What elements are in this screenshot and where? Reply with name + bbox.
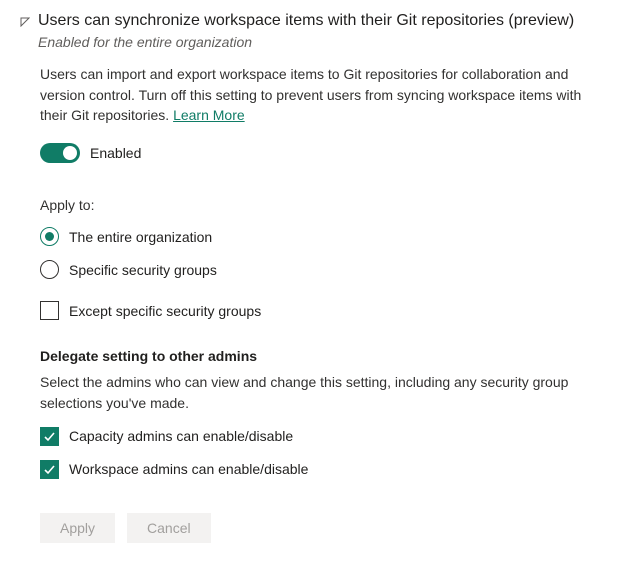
setting-title: Users can synchronize workspace items wi… [38, 10, 574, 32]
apply-to-label: Apply to: [40, 197, 611, 213]
setting-description: Users can import and export workspace it… [40, 64, 611, 125]
checkbox-icon [40, 427, 59, 446]
radio-icon [40, 227, 59, 246]
toggle-knob [63, 146, 77, 160]
checkbox-icon [40, 460, 59, 479]
learn-more-link[interactable]: Learn More [173, 107, 245, 123]
delegate-heading: Delegate setting to other admins [40, 348, 611, 364]
checkbox-icon [40, 301, 59, 320]
checkbox-capacity-admins[interactable]: Capacity admins can enable/disable [40, 427, 611, 446]
apply-button[interactable]: Apply [40, 513, 115, 543]
radio-specific-groups[interactable]: Specific security groups [40, 260, 611, 279]
radio-label: Specific security groups [69, 262, 217, 278]
radio-label: The entire organization [69, 229, 212, 245]
checkbox-except-groups[interactable]: Except specific security groups [40, 301, 611, 320]
checkbox-label: Except specific security groups [69, 303, 261, 319]
radio-entire-org[interactable]: The entire organization [40, 227, 611, 246]
setting-subtitle: Enabled for the entire organization [38, 34, 574, 50]
toggle-label: Enabled [90, 145, 141, 161]
checkbox-workspace-admins[interactable]: Workspace admins can enable/disable [40, 460, 611, 479]
cancel-button[interactable]: Cancel [127, 513, 211, 543]
delegate-description: Select the admins who can view and chang… [40, 372, 611, 413]
checkbox-label: Capacity admins can enable/disable [69, 428, 293, 444]
radio-icon [40, 260, 59, 279]
collapse-icon[interactable] [20, 14, 30, 30]
checkbox-label: Workspace admins can enable/disable [69, 461, 308, 477]
description-text: Users can import and export workspace it… [40, 66, 581, 123]
enabled-toggle[interactable] [40, 143, 80, 163]
